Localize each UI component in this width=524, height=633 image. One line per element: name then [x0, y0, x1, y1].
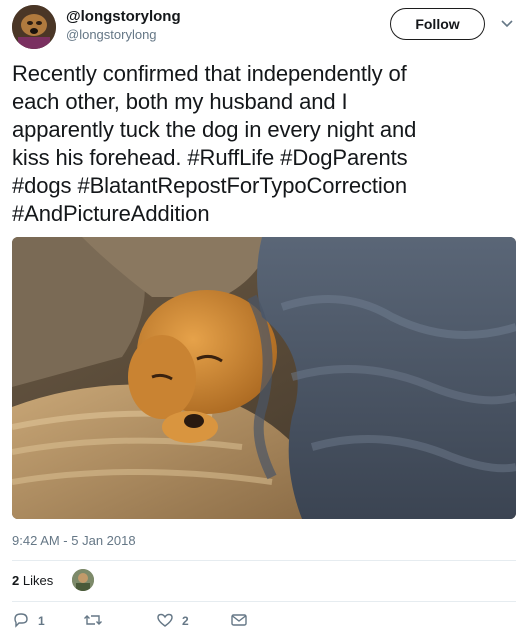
- liker-avatar[interactable]: [72, 569, 94, 591]
- heart-icon: [156, 612, 174, 631]
- tweet-text-line: Recently confirmed that independently of: [12, 61, 407, 86]
- tweet-actions: 1 2: [12, 609, 516, 633]
- reply-count: 1: [38, 614, 45, 628]
- tweet-timestamp[interactable]: 9:42 AM - 5 Jan 2018: [12, 533, 136, 548]
- like-count: 2: [182, 614, 189, 628]
- tweet-text-line: kiss his forehead. #RuffLife #DogParents: [12, 145, 408, 170]
- user-handle[interactable]: @longstorylong: [66, 27, 157, 42]
- avatar[interactable]: [12, 5, 56, 49]
- divider: [12, 560, 516, 561]
- likes-count[interactable]: 2 Likes: [12, 573, 53, 588]
- reply-icon: [12, 612, 30, 631]
- tweet-photo[interactable]: [12, 237, 516, 519]
- retweet-action[interactable]: [83, 609, 111, 633]
- follow-button[interactable]: Follow: [390, 8, 485, 40]
- tweet-header: @longstorylong @longstorylong Follow: [0, 0, 524, 56]
- tweet-text-line: #AndPictureAddition: [12, 201, 210, 226]
- tweet-text: Recently confirmed that independently of…: [12, 60, 512, 228]
- tweet-text-line: apparently tuck the dog in every night a…: [12, 117, 417, 142]
- message-icon: [230, 612, 248, 631]
- likes-label: Likes: [19, 573, 54, 588]
- like-action[interactable]: 2: [156, 609, 189, 633]
- retweet-icon: [83, 612, 103, 631]
- display-name[interactable]: @longstorylong: [66, 8, 181, 25]
- tweet-text-line: #dogs #BlatantRepostForTypoCorrection: [12, 173, 407, 198]
- divider: [12, 601, 516, 602]
- caret-down-icon[interactable]: [497, 14, 517, 34]
- tweet-text-line: each other, both my husband and I: [12, 89, 348, 114]
- reply-action[interactable]: 1: [12, 609, 45, 633]
- direct-message-action[interactable]: [230, 609, 248, 633]
- likes-row: 2 Likes: [12, 562, 516, 602]
